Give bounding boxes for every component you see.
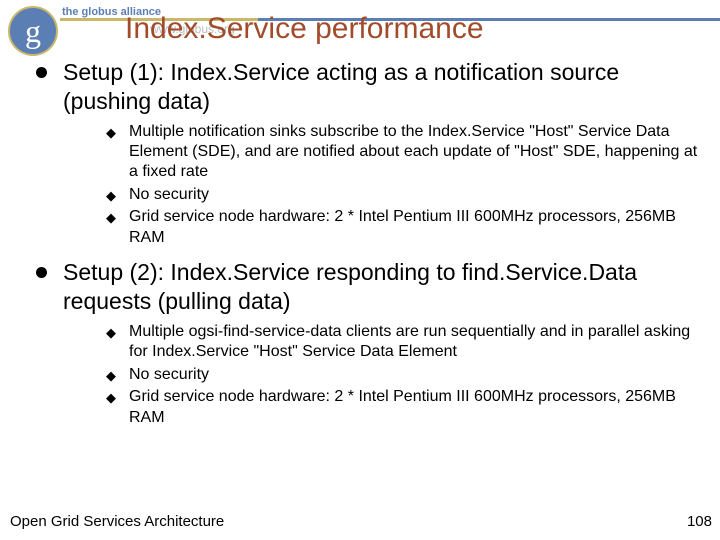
footer-text: Open Grid Services Architecture: [10, 513, 224, 530]
section-2: Setup (2): Index.Service responding to f…: [36, 258, 700, 316]
bullet-icon: [36, 67, 47, 78]
slide-title: Index.Service performance: [125, 12, 484, 46]
section-2-items: ◆ Multiple ogsi-find-service-data client…: [106, 322, 700, 428]
list-item-text: Multiple ogsi-find-service-data clients …: [129, 322, 700, 363]
sub-bullet-icon: ◆: [106, 125, 116, 183]
list-item: ◆ Multiple notification sinks subscribe …: [106, 122, 700, 183]
list-item-text: No security: [129, 365, 209, 385]
section-2-heading: Setup (2): Index.Service responding to f…: [63, 258, 700, 316]
section-1-items: ◆ Multiple notification sinks subscribe …: [106, 122, 700, 249]
globus-logo-icon: g: [8, 6, 58, 56]
page-number: 108: [687, 513, 712, 530]
list-item-text: No security: [129, 185, 209, 205]
list-item: ◆ Grid service node hardware: 2 * Intel …: [106, 387, 700, 428]
list-item: ◆ No security: [106, 185, 700, 205]
list-item: ◆ Multiple ogsi-find-service-data client…: [106, 322, 700, 363]
sub-bullet-icon: ◆: [106, 325, 116, 363]
section-1-heading: Setup (1): Index.Service acting as a not…: [63, 58, 700, 116]
slide-body: Setup (1): Index.Service acting as a not…: [36, 58, 700, 438]
logo-letter: g: [25, 13, 41, 50]
sub-bullet-icon: ◆: [106, 188, 116, 205]
sub-bullet-icon: ◆: [106, 368, 116, 385]
list-item-text: Multiple notification sinks subscribe to…: [129, 122, 700, 183]
logo: g: [8, 6, 58, 56]
list-item: ◆ No security: [106, 365, 700, 385]
sub-bullet-icon: ◆: [106, 210, 116, 248]
list-item: ◆ Grid service node hardware: 2 * Intel …: [106, 207, 700, 248]
section-1: Setup (1): Index.Service acting as a not…: [36, 58, 700, 116]
bullet-icon: [36, 267, 47, 278]
list-item-text: Grid service node hardware: 2 * Intel Pe…: [129, 207, 700, 248]
list-item-text: Grid service node hardware: 2 * Intel Pe…: [129, 387, 700, 428]
sub-bullet-icon: ◆: [106, 390, 116, 428]
